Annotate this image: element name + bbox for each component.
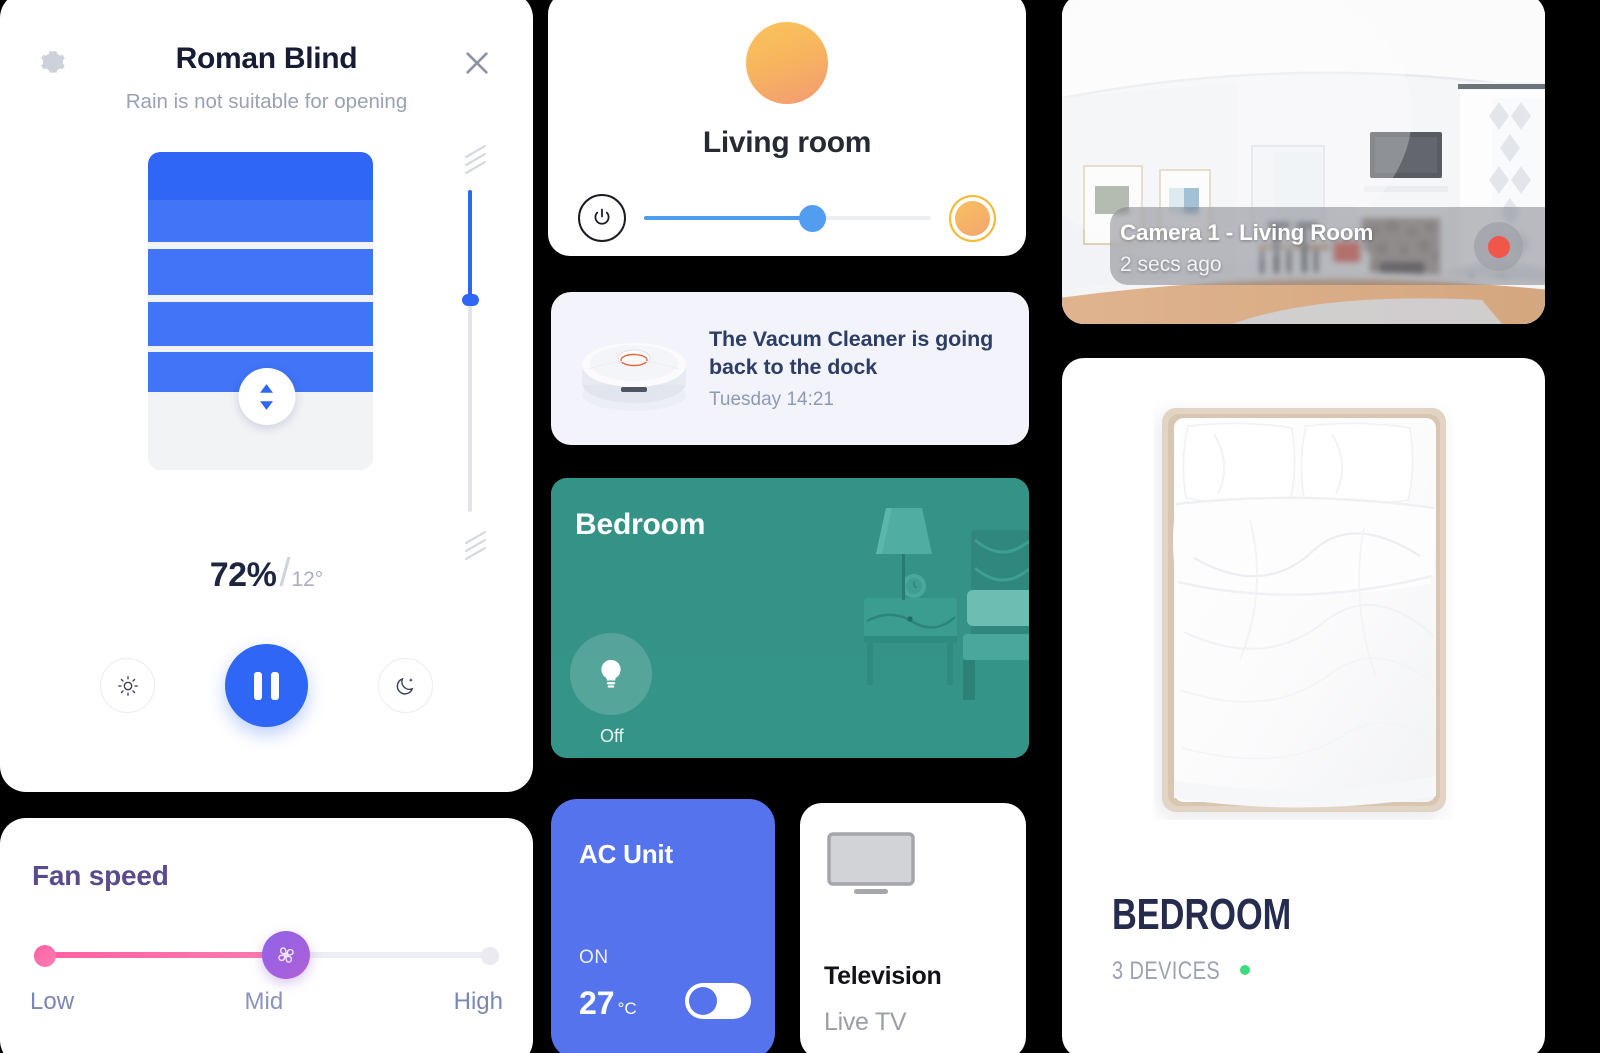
pause-icon [271, 671, 279, 700]
record-button-icon[interactable] [1474, 222, 1523, 271]
blind-slat [148, 152, 373, 200]
vacuum-message: The Vacum Cleaner is going back to the d… [709, 326, 994, 379]
ac-unit-state: ON [579, 947, 609, 968]
blind-slat [148, 200, 373, 242]
blind-controls [0, 644, 533, 727]
living-room-controls [578, 194, 996, 242]
camera-name: Camera 1 - Living Room [1120, 220, 1374, 245]
bedroom-device-count: 3 DEVICES [1112, 957, 1221, 985]
blind-status-text: Rain is not suitable for opening [125, 90, 408, 113]
day-mode-button[interactable] [100, 658, 155, 713]
blind-slat [148, 249, 373, 295]
blind-position-readout: 72%/12° [0, 551, 533, 596]
close-icon[interactable] [461, 47, 493, 79]
blind-slats-icon [463, 144, 493, 178]
robot-vacuum-photo [569, 313, 699, 425]
living-room-title: Living room [702, 126, 872, 159]
fan-speed-card: Fan speed Low Mid High [0, 818, 533, 1053]
night-mode-button[interactable] [378, 658, 433, 713]
power-icon[interactable] [578, 194, 626, 242]
ac-temp-unit: °C [617, 999, 637, 1018]
gear-icon[interactable] [38, 47, 68, 77]
camera-feed-card[interactable]: Camera 1 - Living Room 2 secs ago [1062, 0, 1545, 324]
blind-visual [0, 144, 533, 561]
vacuum-notification-card[interactable]: The Vacum Cleaner is going back to the d… [551, 292, 1029, 445]
living-room-light-card: Living room [548, 0, 1026, 256]
slider-fill [468, 190, 472, 300]
warm-light-circle [746, 22, 828, 104]
slider-low-stop[interactable] [34, 945, 56, 967]
slider-fill [34, 952, 272, 958]
lightbulb-icon[interactable] [570, 633, 652, 715]
brightness-slider[interactable] [644, 204, 931, 232]
blind-percent: 72% [209, 556, 277, 594]
color-swatch-warm[interactable] [949, 194, 996, 242]
fan-speed-slider[interactable] [34, 931, 499, 979]
tv-icon [826, 831, 1026, 904]
blind-angle: 12° [291, 568, 324, 591]
blind-drag-handle[interactable] [238, 368, 295, 425]
toggle-knob [689, 987, 717, 1015]
fan-label-mid[interactable]: Mid [245, 988, 284, 1016]
roman-blind-card: Roman Blind Rain is not suitable for ope… [0, 0, 533, 792]
pause-button[interactable] [225, 644, 308, 727]
status-badge [1240, 965, 1250, 975]
slider-high-stop[interactable] [481, 947, 499, 965]
television-source: Live TV [824, 1008, 907, 1036]
bed-top-down-photo [1154, 400, 1454, 820]
readout-separator: / [279, 551, 291, 595]
fan-slider-knob[interactable] [261, 931, 310, 979]
camera-timestamp: 2 secs ago [1120, 253, 1222, 276]
blind-slat [148, 302, 373, 346]
slider-fill [644, 216, 811, 220]
bedroom-room-name: BEDROOM [1112, 890, 1292, 939]
dashboard-stage: Roman Blind Rain is not suitable for ope… [0, 0, 1600, 1053]
slider-knob[interactable] [798, 205, 826, 232]
record-dot [1487, 235, 1510, 258]
vacuum-timestamp: Tuesday 14:21 [709, 389, 834, 411]
ac-temp-value: 27 [579, 985, 615, 1021]
bedroom-light-title: Bedroom [575, 508, 706, 541]
blind-header: Roman Blind Rain is not suitable for ope… [0, 0, 533, 114]
television-card[interactable]: Television Live TV [800, 803, 1026, 1053]
ac-unit-title: AC Unit [579, 839, 673, 869]
page-title: Roman Blind [175, 42, 358, 75]
fan-speed-labels: Low Mid High [30, 988, 503, 1016]
fan-speed-title: Fan speed [32, 860, 169, 891]
blind-slats-icon [463, 530, 493, 564]
bedroom-light-state: Off [600, 726, 624, 746]
ac-power-toggle[interactable] [685, 983, 751, 1019]
ac-unit-temperature: 27 °C [579, 985, 637, 1022]
television-name: Television [824, 962, 942, 990]
blind-position-slider[interactable] [455, 142, 487, 562]
slider-knob[interactable] [462, 294, 479, 306]
pause-icon [254, 671, 262, 700]
ac-unit-card[interactable]: AC Unit ON 27 °C [551, 799, 775, 1053]
fan-label-low[interactable]: Low [30, 988, 74, 1016]
bedroom-light-card[interactable]: Bedroom Off [551, 478, 1029, 758]
bedroom-room-card[interactable]: BEDROOM 3 DEVICES [1062, 358, 1545, 1053]
fan-label-high[interactable]: High [454, 988, 503, 1016]
